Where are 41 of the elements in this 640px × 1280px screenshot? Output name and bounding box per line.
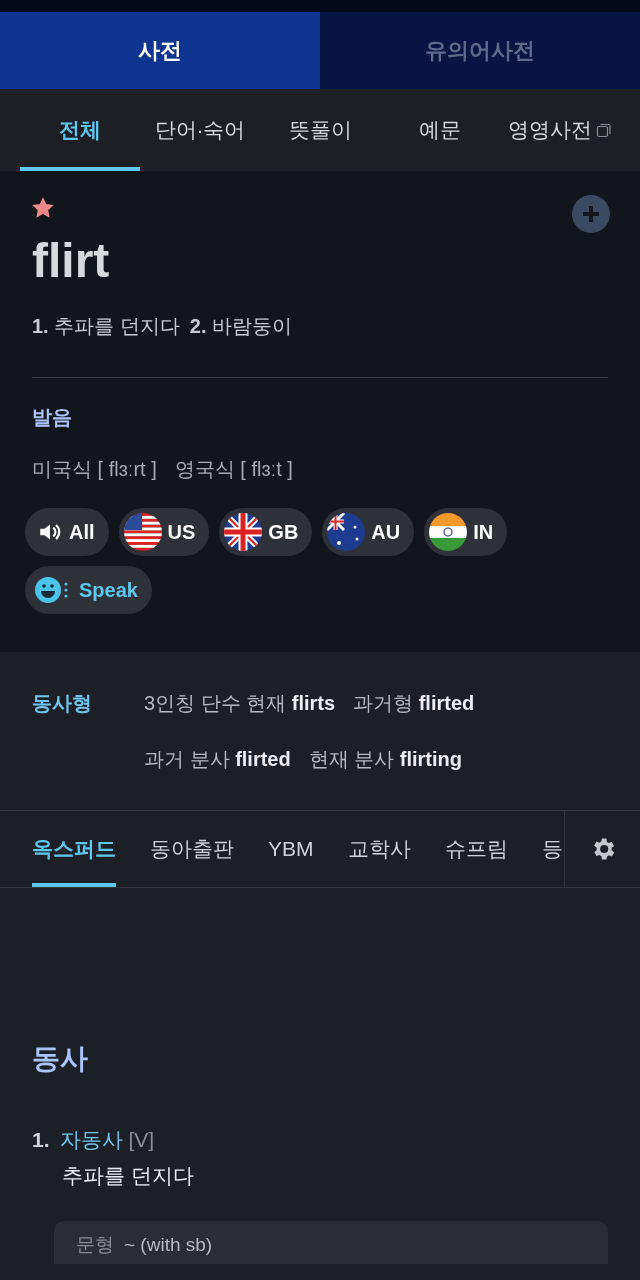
audio-button[interactable]: US [118, 508, 210, 556]
section-tab[interactable]: 뜻풀이 [260, 89, 380, 171]
star-icon[interactable] [32, 197, 54, 219]
us-flag-icon [123, 513, 162, 551]
dictionary-tab[interactable]: 등 [541, 811, 563, 887]
audio-button[interactable]: AU [322, 508, 415, 556]
india-flag-icon [429, 513, 468, 551]
pronunciation-text: 미국식 [ flɜːrt ] [32, 457, 157, 482]
dictionary-tab[interactable]: 슈프림 [444, 811, 508, 887]
audio-button[interactable]: All [25, 508, 109, 556]
sense-number: 1. [32, 1127, 50, 1153]
verb-form: 3인칭 단수 현재 flirts [144, 691, 336, 716]
meaning-summary: 2. 바람둥이 [189, 314, 293, 339]
plus-icon [581, 204, 601, 224]
verb-form: 과거 분사 flirted [144, 747, 291, 772]
dictionary-tab[interactable]: 동아출판 [150, 811, 234, 887]
gb-flag-icon [224, 513, 263, 551]
audio-button[interactable]: IN [424, 508, 508, 556]
dictionary-tab[interactable]: YBM [268, 811, 314, 887]
meaning-summary: 1. 추파를 던지다 [32, 314, 180, 339]
pattern-text: ~ (with sb) [124, 1233, 213, 1257]
headword: flirt [32, 237, 111, 285]
section-tab[interactable]: 예문 [380, 89, 500, 171]
verb-type: 자동사 [59, 1127, 123, 1153]
audio-button[interactable]: Speak [25, 566, 152, 614]
pronunciation-text: 영국식 [ flɜːt ] [174, 457, 293, 482]
verb-form: 과거형 flirted [353, 691, 475, 716]
dictionary-tab[interactable]: 옥스퍼드 [32, 811, 116, 887]
top-tab[interactable]: 사전 [0, 12, 320, 89]
audio-button[interactable]: GB [219, 508, 313, 556]
sense-meaning: 추파를 던지다 [62, 1162, 195, 1189]
section-tab[interactable]: 영영사전 [500, 89, 620, 171]
section-tab[interactable]: 단어·숙어 [140, 89, 260, 171]
verb-form: 현재 분사 flirting [308, 747, 463, 772]
dictionary-tab[interactable]: 교학사 [347, 811, 411, 887]
part-of-speech-heading: 동사 [32, 1042, 89, 1076]
au-flag-icon [327, 513, 366, 551]
section-heading: 발음 [32, 405, 73, 430]
verb-code: [V] [128, 1127, 155, 1153]
pattern-label: 문형 [76, 1233, 114, 1257]
section-heading: 동사형 [32, 691, 93, 716]
